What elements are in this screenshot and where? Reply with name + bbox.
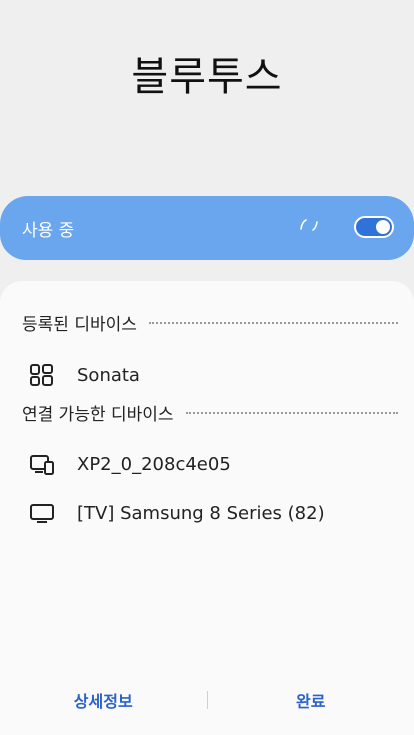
paired-devices-title: 등록된 디바이스 — [22, 315, 137, 335]
bottom-action-bar: 상세정보 완료 — [0, 680, 414, 720]
device-name: [TV] Samsung 8 Series (82) — [77, 502, 325, 524]
device-list-sheet: 등록된 디바이스 Sonata 연결 가능한 디바이스 XP2_0_208c4e… — [0, 281, 414, 735]
car-dashboard-icon — [29, 362, 55, 388]
device-name: Sonata — [77, 364, 140, 386]
bluetooth-screen: 블루투스 사용 중 등록된 디바이스 Sonata 연결 가능한 디바이스 XP… — [0, 0, 414, 735]
bluetooth-toggle[interactable] — [354, 216, 394, 238]
available-devices-header: 연결 가능한 디바이스 — [22, 400, 398, 425]
details-button[interactable]: 상세정보 — [0, 688, 207, 712]
page-title: 블루투스 — [131, 54, 283, 100]
device-row-xp2[interactable]: XP2_0_208c4e05 — [0, 444, 414, 484]
device-row-sonata[interactable]: Sonata — [0, 355, 414, 395]
paired-devices-header: 등록된 디바이스 — [22, 310, 398, 335]
section-divider — [185, 411, 398, 414]
tablet-phone-icon — [29, 451, 55, 477]
toggle-knob — [376, 220, 390, 234]
scanning-spinner-icon — [300, 219, 318, 231]
available-devices-title: 연결 가능한 디바이스 — [22, 405, 174, 425]
master-switch-label: 사용 중 — [22, 220, 75, 241]
section-divider — [148, 321, 398, 324]
done-button[interactable]: 완료 — [208, 688, 414, 712]
device-row-samsung-tv[interactable]: [TV] Samsung 8 Series (82) — [0, 493, 414, 533]
bluetooth-master-switch-bar[interactable]: 사용 중 — [0, 196, 414, 260]
tv-icon — [29, 500, 55, 526]
device-name: XP2_0_208c4e05 — [77, 453, 231, 475]
